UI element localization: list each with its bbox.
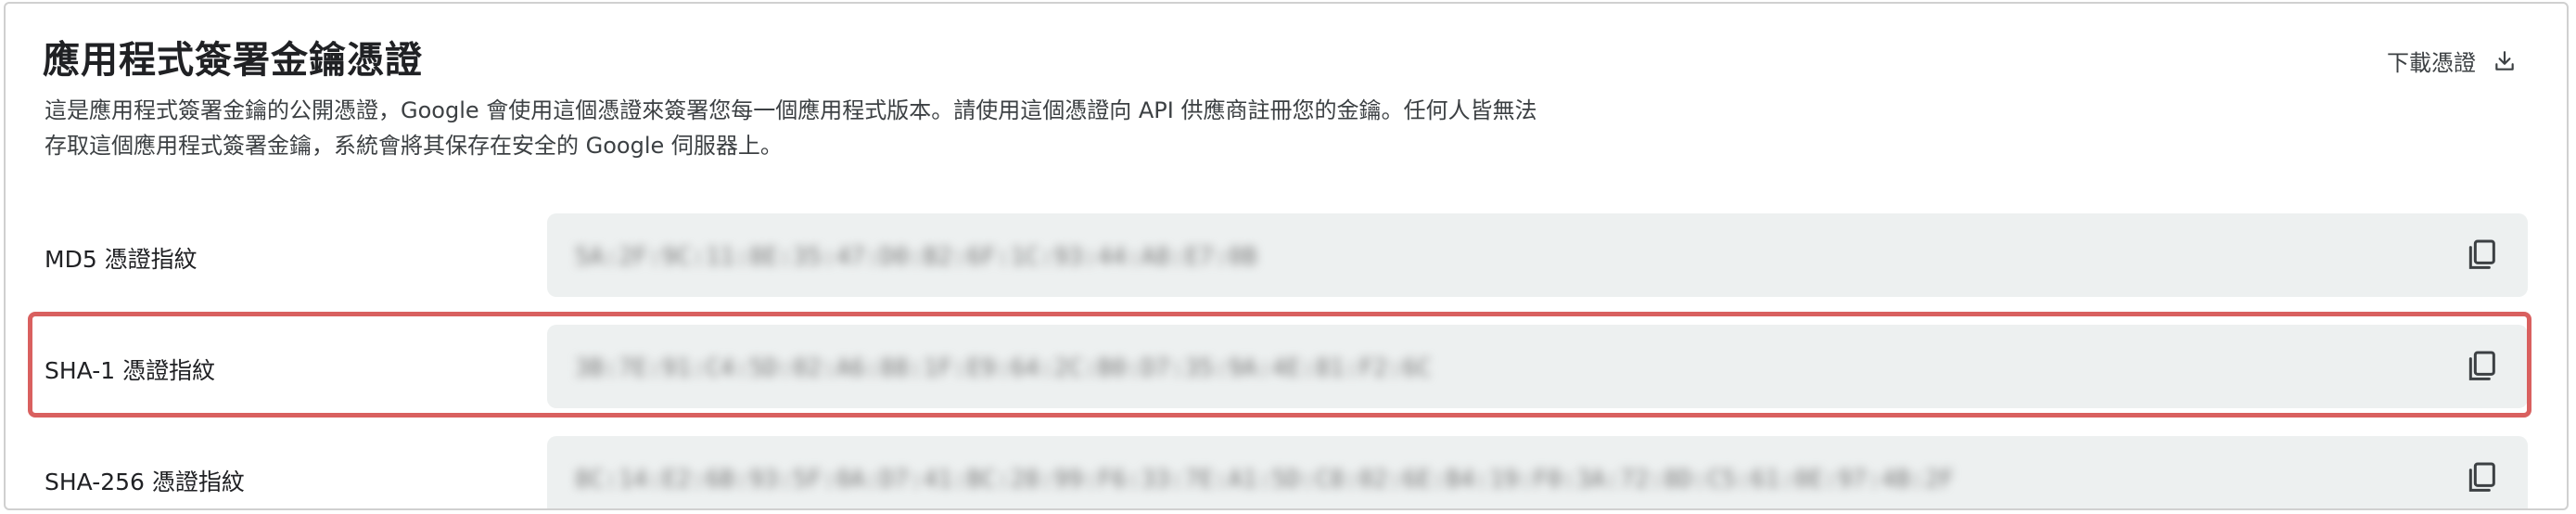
copy-sha256-button[interactable] [2463,459,2500,496]
sha1-label: SHA-1 憑證指紋 [45,357,216,384]
certificate-description: 這是應用程式簽署金鑰的公開憑證，Google 會使用這個憑證來簽署您每一個應用程… [45,97,1537,159]
md5-value-box: 5A:2F:9C:11:8E:35:47:D0:B2:6F:1C:93:44:A… [547,213,2528,297]
download-certificate-button[interactable]: 下載憑證 [2387,45,2517,77]
copy-icon [2468,351,2495,380]
sha256-label: SHA-256 憑證指紋 [45,469,245,495]
copy-sha1-button[interactable] [2463,348,2500,385]
sha256-value-box: 8C:14:E2:6B:93:5F:0A:D7:41:BC:28:99:F6:3… [547,436,2528,508]
copy-md5-button[interactable] [2463,237,2500,274]
md5-row: MD5 憑證指紋 5A:2F:9C:11:8E:35:47:D0:B2:6F:1… [6,212,2567,299]
sha1-row: SHA-1 憑證指紋 3B:7E:91:C4:5D:02:A6:88:1F:E9… [6,323,2567,410]
sha256-value[interactable]: 8C:14:E2:6B:93:5F:0A:D7:41:BC:28:99:F6:3… [575,466,1954,490]
download-icon [2493,49,2517,73]
md5-value[interactable]: 5A:2F:9C:11:8E:35:47:D0:B2:6F:1C:93:44:A… [575,243,1257,267]
page-title: 應用程式簽署金鑰憑證 [43,39,423,82]
sha256-row: SHA-256 憑證指紋 8C:14:E2:6B:93:5F:0A:D7:41:… [6,434,2567,508]
copy-icon [2468,462,2495,492]
certificate-panel: 應用程式簽署金鑰憑證 下載憑證 這是應用程式簽署金鑰的公開憑證，Google 會… [4,2,2569,510]
copy-icon [2468,239,2495,269]
md5-label: MD5 憑證指紋 [45,246,198,273]
download-label: 下載憑證 [2387,50,2476,76]
sha1-value[interactable]: 3B:7E:91:C4:5D:02:A6:88:1F:E9:64:2C:B0:D… [575,354,1432,379]
sha1-value-box: 3B:7E:91:C4:5D:02:A6:88:1F:E9:64:2C:B0:D… [547,325,2528,408]
